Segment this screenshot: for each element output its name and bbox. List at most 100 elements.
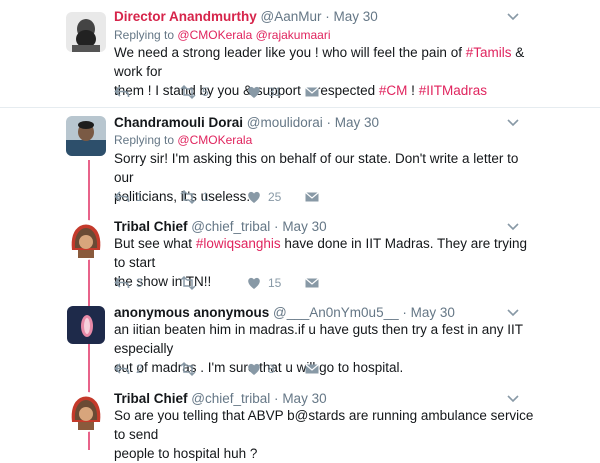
tweet-line: people to hospital huh ? — [114, 446, 258, 461]
retweet-icon — [180, 361, 196, 377]
tweet-text: But see what #lowiqsanghis have done in … — [114, 234, 534, 291]
reply-icon — [114, 84, 130, 100]
tweet-date[interactable]: May 30 — [335, 115, 379, 130]
author-name[interactable]: Tribal Chief — [114, 391, 188, 406]
envelope-icon — [304, 275, 320, 291]
chevron-down-icon[interactable] — [506, 394, 520, 404]
dm-button[interactable] — [304, 188, 320, 206]
divider — [0, 107, 600, 108]
retweet-icon — [180, 84, 196, 100]
retweet-button[interactable] — [180, 274, 202, 292]
tweet-line: the show in TN!! — [114, 274, 212, 289]
heart-icon — [246, 189, 262, 205]
author-name[interactable]: anonymous anonymous — [114, 305, 269, 320]
reply-button[interactable] — [114, 83, 136, 101]
tweet-date[interactable]: May 30 — [334, 9, 378, 24]
tweet-line: them ! I stand by you & support u respec… — [114, 81, 534, 100]
envelope-icon — [304, 84, 320, 100]
author-name[interactable]: Chandramouli Dorai — [114, 115, 243, 130]
like-button[interactable]: 15 — [246, 274, 281, 292]
retweet-count: 5 — [202, 85, 209, 99]
tweet-date[interactable]: May 30 — [411, 305, 455, 320]
avatar[interactable] — [66, 12, 106, 52]
like-count: 15 — [268, 276, 282, 290]
hashtag-link[interactable]: #lowiqsanghis — [196, 236, 281, 251]
reply-count: 3 — [136, 276, 143, 290]
text-span: ! — [407, 83, 419, 98]
separator-dot: · — [325, 9, 330, 24]
like-count: 8 — [268, 362, 275, 376]
text-span: But see what — [114, 236, 196, 251]
retweet-count: 1 — [202, 190, 209, 204]
retweet-button[interactable]: 5 — [180, 83, 209, 101]
tweet-text: We need a strong leader like you ! who w… — [114, 43, 534, 100]
separator-dot: · — [274, 391, 279, 406]
like-button[interactable]: 31 — [246, 83, 281, 101]
replying-to: Replying to @CMOKerala @rajakumaari — [114, 28, 330, 42]
avatar[interactable] — [66, 220, 106, 260]
tweet-header: Director Anandmurthy @AanMur · May 30 — [114, 8, 378, 26]
avatar[interactable] — [66, 392, 106, 432]
dm-button[interactable] — [304, 360, 320, 378]
chevron-down-icon[interactable] — [506, 308, 520, 318]
like-button[interactable]: 25 — [246, 188, 281, 206]
hashtag-link[interactable]: #Tamils — [466, 45, 512, 60]
envelope-icon — [304, 189, 320, 205]
author-handle[interactable]: @chief_tribal — [191, 219, 270, 234]
retweet-button[interactable] — [180, 360, 202, 378]
reply-button[interactable]: 2 — [114, 360, 143, 378]
replying-to-label: Replying to — [114, 28, 175, 42]
mention-link[interactable]: @CMOKerala — [177, 28, 252, 42]
tweet-line: So are you telling that ABVP b@stards ar… — [114, 408, 534, 442]
tweet-line: Sorry sir! I'm asking this on behalf of … — [114, 151, 519, 185]
separator-dot: · — [402, 305, 407, 320]
like-count: 31 — [268, 85, 282, 99]
tweet-header: Chandramouli Dorai @moulidorai · May 30 — [114, 114, 379, 132]
tweet-line: out of madras . I'm sure that u will go … — [114, 360, 404, 375]
separator-dot: · — [274, 219, 279, 234]
replying-to: Replying to @CMOKerala — [114, 133, 252, 147]
tweet-line: But see what #lowiqsanghis have done in … — [114, 234, 534, 272]
author-handle[interactable]: @moulidorai — [247, 115, 323, 130]
replying-to-label: Replying to — [114, 133, 175, 147]
mention-link[interactable]: @CMOKerala — [177, 133, 252, 147]
retweet-icon — [180, 189, 196, 205]
retweet-button[interactable]: 1 — [180, 188, 209, 206]
chevron-down-icon[interactable] — [506, 222, 520, 232]
tweet-date[interactable]: May 30 — [282, 219, 326, 234]
tweet-line: an iitian beaten him in madras.if u have… — [114, 322, 523, 356]
heart-icon — [246, 275, 262, 291]
author-handle[interactable]: @AanMur — [261, 9, 322, 24]
heart-icon — [246, 361, 262, 377]
hashtag-link[interactable]: #IITMadras — [419, 83, 487, 98]
author-name[interactable]: Director Anandmurthy — [114, 9, 257, 24]
avatar[interactable] — [67, 306, 105, 344]
tweet-text: Sorry sir! I'm asking this on behalf of … — [114, 149, 534, 206]
author-name[interactable]: Tribal Chief — [114, 219, 188, 234]
tweet-date[interactable]: May 30 — [282, 391, 326, 406]
chevron-down-icon[interactable] — [506, 12, 520, 22]
separator-dot: · — [326, 115, 332, 130]
hashtag-link[interactable]: #CM — [379, 83, 408, 98]
tweet-line: politicians, it's useless. — [114, 189, 251, 204]
heart-icon — [246, 84, 262, 100]
text-span: We need a strong leader like you ! who w… — [114, 45, 466, 60]
reply-icon — [114, 361, 130, 377]
reply-button[interactable]: 1 — [114, 188, 143, 206]
dm-button[interactable] — [304, 274, 320, 292]
tweet-text: So are you telling that ABVP b@stards ar… — [114, 406, 534, 463]
retweet-icon — [180, 275, 196, 291]
tweet-text: an iitian beaten him in madras.if u have… — [114, 320, 534, 377]
reply-count: 2 — [136, 362, 143, 376]
like-button[interactable]: 8 — [246, 360, 275, 378]
dm-button[interactable] — [304, 83, 320, 101]
like-count: 25 — [268, 190, 282, 204]
avatar[interactable] — [66, 116, 106, 156]
chevron-down-icon[interactable] — [506, 118, 520, 128]
reply-button[interactable]: 3 — [114, 274, 143, 292]
mention-link[interactable]: @rajakumaari — [256, 28, 331, 42]
reply-icon — [114, 189, 130, 205]
author-handle[interactable]: @chief_tribal — [191, 391, 270, 406]
author-handle[interactable]: @___An0nYm0u5__ — [273, 305, 399, 320]
reply-count: 1 — [136, 190, 143, 204]
